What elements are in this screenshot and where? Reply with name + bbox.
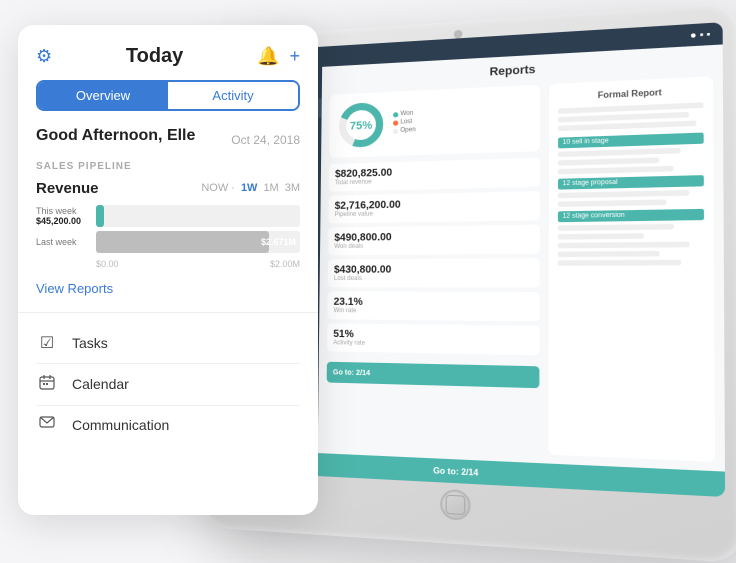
- donut-chart: 75%: [335, 98, 387, 151]
- report-line-11: [558, 241, 689, 248]
- report-line-5: [558, 157, 659, 165]
- filter-1w[interactable]: 1W: [241, 182, 258, 194]
- card-header: ⚙ Today 🔔 +: [36, 45, 300, 68]
- ipad-green-action-bar[interactable]: Go to: 2/14: [327, 361, 540, 388]
- front-card: ⚙ Today 🔔 + Overview Activity Good After…: [18, 25, 318, 515]
- revenue-header: Revenue NOW · 1W 1M 3M: [36, 180, 300, 197]
- nav-communication[interactable]: Communication: [36, 406, 300, 445]
- header-icons: 🔔 +: [257, 46, 300, 67]
- calendar-icon: [36, 374, 58, 395]
- ipad-camera: [454, 29, 463, 38]
- nav-tasks-label: Tasks: [72, 335, 108, 351]
- time-filters: NOW · 1W 1M 3M: [201, 182, 300, 194]
- bar-last-week: Last week $2.671M: [36, 231, 300, 253]
- tabs-container: Overview Activity: [36, 80, 300, 111]
- last-week-bar-outer: $2.671M: [96, 231, 300, 253]
- view-reports-link[interactable]: View Reports: [36, 281, 300, 296]
- nav-communication-label: Communication: [72, 417, 169, 433]
- stat-total-revenue: $820,825.00 Total revenue: [329, 157, 540, 191]
- stat-pipeline: $2,716,200.00 Pipeline value: [328, 191, 539, 223]
- tab-overview[interactable]: Overview: [38, 82, 168, 109]
- communication-icon: [36, 416, 58, 435]
- main-scene: 9:41 AM ● ▪ ▪ Enterprise sales team Repo…: [18, 15, 718, 525]
- report-line-10: [558, 233, 644, 239]
- ipad-icons: ● ▪ ▪: [690, 28, 710, 40]
- ipad-formal-report: Formal Report 10 sell in stage 12 stage …: [548, 76, 715, 462]
- ipad-donut-widget: 75% Won L: [329, 84, 540, 157]
- card-title: Today: [52, 45, 257, 68]
- nav-tasks[interactable]: ☑ Tasks: [36, 323, 300, 364]
- ipad-report-area: 75% Won L: [326, 76, 715, 462]
- stat-won: $490,800.00 Won deals: [328, 224, 540, 255]
- tab-activity[interactable]: Activity: [168, 82, 298, 109]
- section-label: SALES PIPELINE: [36, 161, 300, 172]
- report-line-7: [558, 190, 689, 198]
- divider: [18, 312, 318, 313]
- ipad-main-content: Reports 75%: [318, 44, 725, 471]
- last-week-bar-value: $2.671M: [261, 237, 296, 247]
- last-week-label: Last week: [36, 237, 96, 247]
- stat-win-rate: 23.1% Win rate: [327, 291, 539, 321]
- report-line-4: [558, 147, 681, 156]
- bar-this-week: This week $45,200.00: [36, 205, 300, 227]
- nav-calendar-label: Calendar: [72, 376, 129, 392]
- report-green-tag-3: 12 stage conversion: [558, 208, 704, 221]
- report-line-13: [558, 259, 682, 265]
- ipad-stats-list: $820,825.00 Total revenue $2,716,200.00 …: [327, 157, 540, 355]
- last-week-bar-fill: $2.671M: [96, 231, 269, 253]
- this-week-label: This week $45,200.00: [36, 206, 96, 226]
- filter-3m[interactable]: 3M: [285, 182, 300, 194]
- bell-icon[interactable]: 🔔: [257, 46, 279, 67]
- ipad-home-inner: [446, 494, 466, 515]
- plus-icon[interactable]: +: [289, 46, 300, 67]
- this-week-bar-fill: [96, 205, 104, 227]
- ipad-bottom-label: Go to: 2/14: [433, 465, 478, 477]
- this-week-bar-outer: [96, 205, 300, 227]
- gear-icon[interactable]: ⚙: [36, 46, 52, 67]
- revenue-bar-chart: This week $45,200.00 Last week $2.671M: [36, 205, 300, 253]
- ipad-stats-column: 75% Won L: [326, 84, 540, 454]
- report-line-8: [558, 199, 667, 207]
- stat-lost: $430,800.00 Lost deals: [328, 258, 540, 287]
- stat-activity-rate: 51% Activity rate: [327, 323, 540, 355]
- report-line-6: [558, 165, 674, 174]
- axis-start: $0.00: [96, 259, 119, 269]
- axis-end: $2.00M: [270, 259, 300, 269]
- tasks-icon: ☑: [36, 333, 58, 353]
- green-bar-label: Go to: 2/14: [333, 368, 370, 376]
- greeting-text: Good Afternoon, Elle: [36, 127, 195, 145]
- ipad-home-button[interactable]: [440, 488, 471, 520]
- filter-now[interactable]: NOW ·: [201, 182, 235, 194]
- report-line-9: [558, 223, 674, 230]
- report-line-12: [558, 250, 659, 256]
- axis-labels: $0.00 $2.00M: [36, 259, 300, 269]
- svg-text:75%: 75%: [350, 119, 373, 133]
- report-green-tag-2: 12 stage proposal: [558, 175, 704, 189]
- revenue-title: Revenue: [36, 180, 99, 197]
- nav-calendar[interactable]: Calendar: [36, 364, 300, 406]
- filter-1m[interactable]: 1M: [263, 182, 278, 194]
- report-green-tag-1: 10 sell in stage: [558, 132, 704, 148]
- formal-report-title: Formal Report: [558, 85, 703, 101]
- donut-legend: Won Lost Open: [393, 105, 533, 136]
